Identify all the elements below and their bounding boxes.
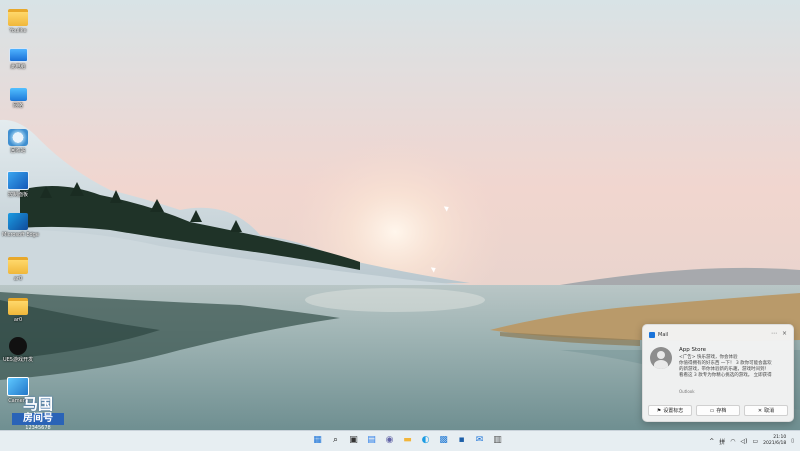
archive-icon: ▭ xyxy=(709,408,715,414)
close-icon: ✕ xyxy=(757,408,763,414)
store-icon[interactable]: ▩ xyxy=(437,434,450,447)
notification-center-icon[interactable]: ▯ xyxy=(791,438,794,444)
camera-icon xyxy=(7,377,29,396)
app-icon[interactable]: ▪ xyxy=(455,434,468,447)
desktop-icon-recycle-bin[interactable]: 回收站 xyxy=(2,129,34,154)
desktop-icon-label: ar0 xyxy=(13,276,23,282)
show-hidden-icons-chevron-icon[interactable]: ^ xyxy=(709,438,714,445)
dismiss-label: 取消 xyxy=(764,408,775,414)
desktop-icon-label: 回收站 xyxy=(10,148,26,154)
notification-body: <广告> 快乐游戏，你会体验 你值得拥有的好东西 一下！ 3 款你可能会喜欢 的… xyxy=(679,355,789,379)
notification-header: Mail xyxy=(649,331,668,339)
set-flag-button[interactable]: ⚑ 设置标志 xyxy=(648,405,692,416)
notification-sender: App Store xyxy=(679,347,707,353)
sender-avatar xyxy=(650,347,672,369)
notification-app-name: Mail xyxy=(658,332,669,338)
desktop-icon-label: UE5游戏开发 xyxy=(2,357,33,363)
task-view-icon[interactable]: ▣ xyxy=(347,434,360,447)
file-explorer-icon[interactable]: ▬ xyxy=(401,434,414,447)
set-flag-label: 设置标志 xyxy=(663,408,684,414)
watermark-logo-text: 马国 xyxy=(22,395,53,413)
desktop-icon-label: 控制面板 xyxy=(7,192,28,198)
chat-icon[interactable]: ◉ xyxy=(383,434,396,447)
volume-icon[interactable]: ◁) xyxy=(741,438,748,445)
desktop-icon-label: ar0 xyxy=(13,317,23,323)
desktop-icon-folder[interactable]: ar0 xyxy=(2,295,34,323)
recycle-bin-icon xyxy=(8,129,28,146)
calculator-icon[interactable]: ▥ xyxy=(491,434,504,447)
desktop-icon-folder[interactable]: Youlike xyxy=(2,6,34,34)
system-tray: ^ 拼 ◠ ◁) ▭ 21:10 2021/6/18 ▯ xyxy=(709,433,794,449)
desktop-icon-label: 网络 xyxy=(12,103,23,109)
wifi-icon[interactable]: ◠ xyxy=(730,438,735,445)
dismiss-button[interactable]: ✕ 取消 xyxy=(744,405,788,416)
desktop-icon-folder[interactable]: ar0 xyxy=(2,254,34,282)
taskbar-apps: ▦ ⌕ ▣ ▤ ◉ ▬ ◐ ▩ ▪ ✉ ▥ xyxy=(311,434,504,447)
widgets-icon[interactable]: ▤ xyxy=(365,434,378,447)
more-options-icon[interactable]: ⋯ xyxy=(771,330,777,337)
desktop-icon-unreal-engine[interactable]: UE5游戏开发 xyxy=(2,337,34,363)
folder-icon xyxy=(8,298,28,315)
desktop-icon-label: Microsoft Edge xyxy=(2,232,39,238)
watermark-room-label: 房间号 xyxy=(12,413,64,425)
desktop-icon-network[interactable]: 网络 xyxy=(2,88,34,109)
mail-app-icon xyxy=(649,332,655,338)
desktop-icon-label: 此电脑 xyxy=(10,64,26,70)
network-icon xyxy=(9,88,27,101)
mail-notification[interactable]: Mail ⋯ × App Store <广告> 快乐游戏，你会体验 你值得拥有的… xyxy=(642,324,794,422)
archive-label: 存档 xyxy=(716,408,727,414)
notification-body-line: 看看这 3 款专为你精心挑选的游戏。 立即获得 xyxy=(679,373,772,378)
control-panel-icon xyxy=(7,171,29,190)
taskbar: ▦ ⌕ ▣ ▤ ◉ ▬ ◐ ▩ ▪ ✉ ▥ ^ 拼 ◠ ◁) ▭ 21:10 2… xyxy=(0,430,800,451)
desktop-icon-this-pc[interactable]: 此电脑 xyxy=(2,46,34,70)
start-icon[interactable]: ▦ xyxy=(311,434,324,447)
edge-icon[interactable]: ◐ xyxy=(419,434,432,447)
unreal-engine-icon xyxy=(9,337,27,355)
mail-icon[interactable]: ✉ xyxy=(473,434,486,447)
battery-icon[interactable]: ▭ xyxy=(752,438,758,445)
folder-icon xyxy=(8,9,28,26)
close-icon[interactable]: × xyxy=(782,330,787,337)
flag-icon: ⚑ xyxy=(656,408,662,414)
search-icon[interactable]: ⌕ xyxy=(329,434,342,447)
edge-icon xyxy=(8,213,28,230)
desktop-icon-label: Youlike xyxy=(9,28,27,34)
folder-icon xyxy=(8,257,28,274)
input-method-indicator[interactable]: 拼 xyxy=(719,437,725,446)
desktop-icon-control-panel[interactable]: 控制面板 xyxy=(2,171,34,198)
clock-date: 2021/6/18 xyxy=(763,441,787,446)
clock[interactable]: 21:10 2021/6/18 xyxy=(763,435,786,447)
desktop-icon-edge[interactable]: Microsoft Edge xyxy=(2,213,39,238)
monitor-icon xyxy=(8,48,28,62)
archive-button[interactable]: ▭ 存档 xyxy=(696,405,740,416)
notification-source: Outlook xyxy=(679,389,695,394)
